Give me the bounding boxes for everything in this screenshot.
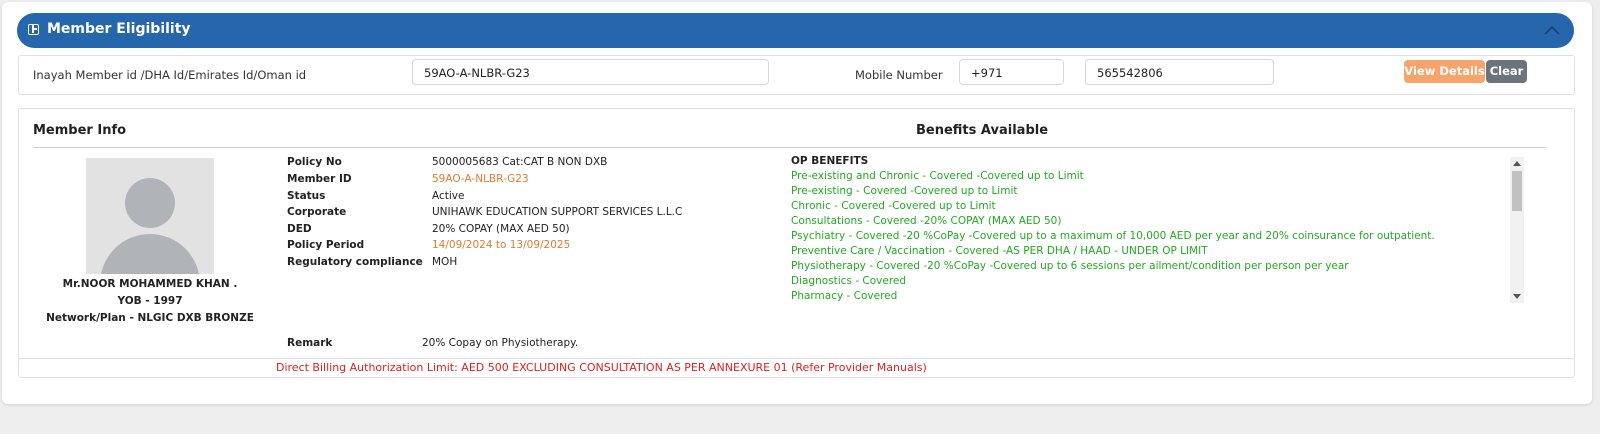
benefits-scrollbar[interactable] [1510, 157, 1524, 303]
ded-label: DED [287, 223, 312, 235]
regulatory-compliance-label: Regulatory compliance [287, 256, 423, 268]
scroll-up-arrow-icon[interactable] [1513, 161, 1521, 166]
header-title: Member Eligibility [47, 21, 191, 37]
member-id-input[interactable]: 59AO-A-NLBR-G23 [412, 59, 769, 85]
benefit-item: Pre-existing - Covered -Covered up to Li… [791, 185, 1018, 197]
status-label: Status [287, 190, 326, 202]
op-benefits-heading: OP BENEFITS [791, 155, 869, 167]
country-code-input[interactable]: +971 [959, 59, 1064, 85]
scroll-down-arrow-icon[interactable] [1513, 294, 1521, 299]
policy-period-label: Policy Period [287, 239, 365, 251]
benefit-item: Psychiatry - Covered -20 %CoPay -Covered… [791, 230, 1435, 242]
billing-limit-bar: Direct Billing Authorization Limit: AED … [18, 358, 1575, 378]
panel-icon [28, 24, 39, 35]
avatar [86, 158, 214, 274]
benefit-item: Pre-existing and Chronic - Covered -Cove… [791, 170, 1084, 182]
clear-button[interactable]: Clear [1486, 60, 1527, 83]
benefit-item: Chronic - Covered -Covered up to Limit [791, 200, 996, 212]
member-info-title: Member Info [33, 123, 127, 138]
avatar-body-shape [100, 234, 200, 274]
benefits-list: OP BENEFITS Pre-existing and Chronic - C… [791, 155, 1511, 305]
corporate-value: UNIHAWK EDUCATION SUPPORT SERVICES L.L.C [432, 206, 683, 218]
policy-no-label: Policy No [287, 156, 342, 168]
corporate-label: Corporate [287, 206, 347, 218]
member-id-label: Inayah Member id /DHA Id/Emirates Id/Oma… [33, 68, 307, 82]
remark-label: Remark [287, 337, 333, 349]
ded-value: 20% COPAY (MAX AED 50) [432, 223, 570, 235]
regulatory-compliance-value: MOH [432, 256, 458, 268]
benefits-title: Benefits Available [916, 123, 1049, 138]
mobile-number-input[interactable]: 565542806 [1085, 59, 1274, 85]
benefit-item: Physiotherapy - Covered -20 %CoPay -Cove… [791, 260, 1349, 272]
policy-period-value: 14/09/2024 to 13/09/2025 [432, 239, 571, 251]
billing-limit-text: Direct Billing Authorization Limit: AED … [276, 361, 927, 374]
chevron-up-icon[interactable] [1542, 21, 1562, 41]
avatar-head-shape [125, 178, 175, 228]
mobile-number-label: Mobile Number [855, 68, 943, 82]
search-row: Inayah Member id /DHA Id/Emirates Id/Oma… [18, 55, 1575, 95]
policy-no-value: 5000005683 Cat:CAT B NON DXB [432, 156, 608, 168]
benefit-item: Preventive Care / Vaccination - Covered … [791, 245, 1208, 257]
remark-value: 20% Copay on Physiotherapy. [422, 337, 579, 349]
benefit-item: Consultations - Covered -20% COPAY (MAX … [791, 215, 1062, 227]
scrollbar-thumb[interactable] [1512, 171, 1522, 211]
member-id-info-value: 59AO-A-NLBR-G23 [432, 173, 529, 185]
section-divider [33, 147, 1546, 148]
status-value: Active [432, 190, 465, 202]
member-yob: YOB - 1997 [117, 295, 183, 307]
benefit-item: Pharmacy - Covered [791, 290, 898, 302]
member-details-panel: Member Info Benefits Available Mr.NOOR M… [18, 108, 1575, 362]
member-eligibility-header[interactable]: Member Eligibility [17, 13, 1574, 48]
member-name: Mr.NOOR MOHAMMED KHAN . [62, 278, 238, 290]
member-id-info-label: Member ID [287, 173, 352, 185]
member-network-plan: Network/Plan - NLGIC DXB BRONZE [46, 312, 254, 324]
benefit-item: Diagnostics - Covered [791, 275, 907, 287]
view-details-button[interactable]: View Details [1404, 60, 1485, 83]
